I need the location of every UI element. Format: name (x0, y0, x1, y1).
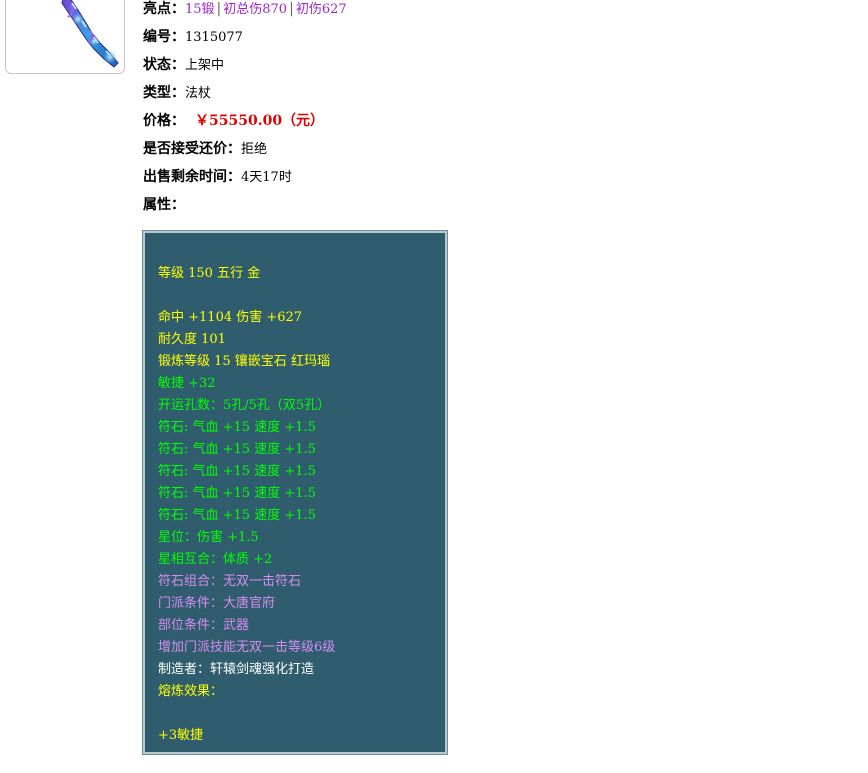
smelt-value: +3敏捷 (158, 728, 204, 743)
staff-icon (61, 0, 119, 68)
skill-bonus-line: 增加门派技能无双一击等级6级 (158, 640, 336, 655)
time-left-row: 出售剩余时间：4天17时 (143, 167, 347, 195)
status-value: 上架中 (185, 58, 225, 73)
holes-line: 开运孔数：5孔/5孔（双5孔） (158, 398, 331, 413)
attributes-row: 属性： (143, 195, 347, 223)
item-info: 亮点：15锻 | 初总伤870 | 初伤627 编号：1315077 状态：上架中 类型… (143, 0, 347, 223)
star-sign-line: 星相互合：体质 +2 (158, 552, 273, 567)
highlight-item: 初总伤870 (223, 2, 288, 17)
attributes-list: 等级 150 五行 金 命中 +1104 伤害 +627 耐久度 101 锻炼等… (158, 263, 335, 747)
highlight-separator: | (289, 1, 294, 17)
forge-line: 锻炼等级 15 镶嵌宝石 红玛瑙 (158, 354, 330, 369)
maker-line: 制造者：轩辕剑魂强化打造 (158, 662, 315, 677)
rune-line: 符石: 气血 +15 速度 +1.5 (158, 486, 316, 501)
rune-line: 符石: 气血 +15 速度 +1.5 (158, 508, 316, 523)
bargain-row: 是否接受还价：拒绝 (143, 139, 347, 167)
highlight-item: 初伤627 (295, 2, 347, 17)
type-row: 类型：法杖 (143, 83, 347, 111)
smelt-label: 熔炼效果： (158, 684, 224, 699)
id-value: 1315077 (185, 30, 243, 45)
bargain-label: 是否接受还价： (143, 141, 241, 157)
type-value: 法杖 (185, 86, 212, 101)
highlight-label: 亮点： (143, 1, 185, 17)
status-row: 状态：上架中 (143, 55, 347, 83)
slot-requirement-line: 部位条件：武器 (158, 618, 250, 633)
rune-line: 符石: 气血 +15 速度 +1.5 (158, 420, 316, 435)
price-value: ￥55550.00（元） (195, 113, 325, 129)
highlight-row: 亮点：15锻 | 初总伤870 | 初伤627 (143, 0, 347, 27)
highlight-item: 15锻 (185, 2, 215, 17)
id-label: 编号： (143, 29, 185, 45)
star-line: 星位：伤害 +1.5 (158, 530, 259, 545)
attributes-label: 属性： (143, 197, 185, 213)
price-row: 价格： ￥55550.00（元） (143, 111, 347, 139)
sect-requirement-line: 门派条件：大唐官府 (158, 596, 276, 611)
rune-line: 符石: 气血 +15 速度 +1.5 (158, 464, 316, 479)
hit-damage-line: 命中 +1104 伤害 +627 (158, 310, 303, 325)
rune-line: 符石: 气血 +15 速度 +1.5 (158, 442, 316, 457)
price-label: 价格： (143, 113, 185, 129)
item-thumbnail[interactable] (5, 0, 125, 74)
highlight-separator: | (216, 1, 222, 17)
time-left-label: 出售剩余时间： (143, 169, 241, 185)
type-label: 类型： (143, 85, 185, 101)
status-label: 状态： (143, 57, 185, 73)
id-row: 编号：1315077 (143, 27, 347, 55)
attributes-panel: 等级 150 五行 金 命中 +1104 伤害 +627 耐久度 101 锻炼等… (142, 230, 448, 755)
durability-line: 耐久度 101 (158, 332, 226, 347)
time-left-value: 4天17时 (241, 170, 292, 185)
bargain-value: 拒绝 (241, 142, 268, 157)
agility-line: 敏捷 +32 (158, 376, 216, 391)
rune-combo-line: 符石组合：无双一击符石 (158, 574, 302, 589)
level-line: 等级 150 五行 金 (158, 266, 261, 281)
item-detail-page: 亮点：15锻 | 初总伤870 | 初伤627 编号：1315077 状态：上架中 类型… (0, 0, 868, 773)
